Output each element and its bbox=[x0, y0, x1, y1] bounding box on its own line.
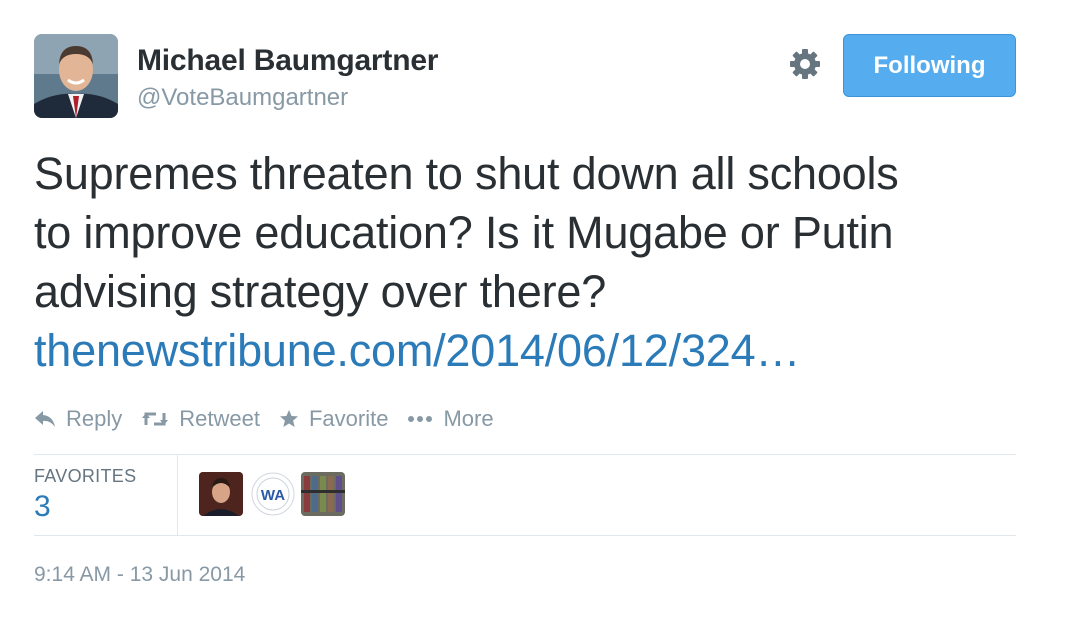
tweet-text: Supremes threaten to shut down all schoo… bbox=[34, 144, 1034, 380]
following-button[interactable]: Following bbox=[843, 34, 1016, 97]
tweet-text-line: advising strategy over there? bbox=[34, 266, 607, 317]
retweet-button[interactable]: Retweet bbox=[141, 406, 260, 432]
reply-button[interactable]: Reply bbox=[34, 406, 122, 432]
favorites-label: FAVORITES bbox=[34, 466, 137, 486]
retweet-label: Retweet bbox=[179, 406, 260, 431]
retweet-icon bbox=[142, 412, 169, 426]
more-dots-icon bbox=[408, 416, 433, 422]
reply-icon bbox=[35, 411, 55, 427]
favoriter-badge-text: WA bbox=[261, 487, 285, 504]
reply-label: Reply bbox=[66, 406, 123, 431]
stats-divider bbox=[177, 455, 178, 535]
author-handle[interactable]: @VoteBaumgartner bbox=[137, 84, 348, 112]
more-label: More bbox=[443, 406, 494, 431]
tweet-link[interactable]: thenewstribune.com/2014/06/12/324… bbox=[34, 325, 800, 376]
favorite-label: Favorite bbox=[308, 406, 389, 431]
favoriter-avatar[interactable] bbox=[301, 472, 345, 516]
author-display-name[interactable]: Michael Baumgartner bbox=[137, 44, 438, 78]
tweet-actions: Reply Retweet Favorite More bbox=[34, 403, 513, 435]
tweet-text-line: to improve education? Is it Mugabe or Pu… bbox=[34, 207, 894, 258]
author-avatar[interactable] bbox=[34, 34, 118, 118]
gear-icon[interactable] bbox=[787, 46, 823, 82]
favorite-button[interactable]: Favorite bbox=[279, 406, 388, 432]
tweet-text-line: Supremes threaten to shut down all schoo… bbox=[34, 148, 899, 199]
favoriter-avatar[interactable] bbox=[199, 472, 243, 516]
more-button[interactable]: More bbox=[407, 406, 494, 432]
star-icon bbox=[279, 410, 298, 427]
tweet-timestamp[interactable]: 9:14 AM - 13 Jun 2014 bbox=[34, 563, 245, 587]
divider bbox=[34, 535, 1016, 536]
favoriter-avatar[interactable]: WA bbox=[251, 472, 295, 516]
divider bbox=[34, 454, 1016, 455]
favorites-count[interactable]: 3 bbox=[34, 490, 51, 524]
